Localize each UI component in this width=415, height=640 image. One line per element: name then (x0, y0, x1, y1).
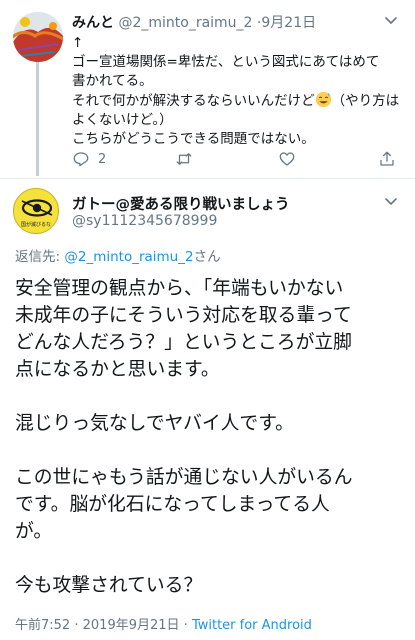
avatar-caption: 国が滅びるな (20, 222, 51, 228)
separator-dot: · (183, 618, 188, 633)
text-line: 書かれてる。 (72, 73, 153, 89)
tweet-date[interactable]: 2019年9月21日 (83, 618, 180, 633)
retweet-button[interactable] (175, 150, 193, 168)
chevron-down-icon[interactable] (383, 193, 399, 209)
heart-icon (279, 152, 295, 166)
user-handle[interactable]: @sy1112345678999 (72, 213, 217, 229)
tweet-divider (0, 178, 415, 179)
parent-tweet-text: ↑ ゴー宣道場関係=卑怯だ、という図式にあてはめて 書かれてる。 それで何かが解… (72, 34, 402, 149)
tweet-source-link[interactable]: Twitter for Android (192, 618, 312, 633)
avatar[interactable] (13, 12, 63, 62)
reply-icon (73, 152, 89, 167)
like-button[interactable] (278, 150, 296, 168)
avatar[interactable]: 国が滅びるな (13, 188, 59, 234)
text-line: 混じりっ気なしでヤバイ人です。 (15, 413, 294, 434)
reply-count: 2 (98, 151, 107, 167)
reply-suffix: さん (193, 249, 221, 265)
text-line: どんな人だろう？」というところが立脚 (15, 332, 352, 353)
chevron-down-icon[interactable] (383, 12, 399, 28)
main-tweet-text: 安全管理の観点から、「年端もいかない 未成年の子にそういう対応を取る輩って どん… (15, 275, 410, 599)
reply-target-link[interactable]: @2_minto_raimu_2 (64, 249, 193, 265)
tweet-date[interactable]: 9月21日 (261, 15, 316, 31)
text-line: です。脳が化石になってしまってる人 (15, 494, 330, 515)
text-line: こちらがどうこうできる問題ではない。 (72, 131, 315, 147)
text-line: それで何かが解決するならいいんだけど （やり方は (72, 91, 402, 111)
tweet-time[interactable]: 午前7:52 (15, 618, 70, 633)
separator-dot: · (74, 618, 79, 633)
reply-button[interactable]: 2 (72, 150, 106, 168)
share-button[interactable] (378, 150, 396, 168)
share-icon (380, 151, 394, 166)
display-name[interactable]: ガトー@愛ある限り戦いましょう (72, 193, 290, 214)
text-line: が。 (15, 521, 53, 542)
text-line: 今も攻撃されている？ (15, 575, 203, 596)
sweat-smile-emoji-icon (315, 91, 331, 108)
tweet-metadata: 午前7:52 · 2019年9月21日 · Twitter for Androi… (15, 614, 312, 633)
text-line: ↑ (72, 35, 84, 51)
user-handle[interactable]: @2_minto_raimu_2 (118, 15, 252, 31)
parent-tweet[interactable]: みんと @2_minto_raimu_2 ·9月21日 ↑ ゴー宣道場関係=卑怯… (0, 0, 415, 182)
text-line: 点になるかと思います。 (15, 359, 220, 380)
text-line: よくないけど。） (72, 112, 173, 128)
text-segment: それで何かが解決するならいいんだけど (72, 93, 315, 109)
text-segment: （やり方は (331, 93, 400, 109)
text-line: この世にゃもう話が通じない人がいるん (15, 467, 353, 488)
text-line: 安全管理の観点から、「年端もいかない (15, 278, 344, 299)
reply-context: 返信先: @2_minto_raimu_2さん (15, 245, 221, 265)
text-line: ゴー宣道場関係=卑怯だ、という図式にあてはめて (72, 54, 380, 70)
tweet-actions: 2 (72, 150, 394, 170)
retweet-icon (176, 153, 192, 165)
parent-tweet-header: みんと @2_minto_raimu_2 ·9月21日 (72, 12, 316, 32)
text-line: 未成年の子にそういう対応を取る輩って (15, 305, 352, 326)
reply-prefix: 返信先: (15, 249, 61, 265)
avatar-image (13, 12, 63, 62)
display-name[interactable]: みんと (72, 15, 114, 31)
